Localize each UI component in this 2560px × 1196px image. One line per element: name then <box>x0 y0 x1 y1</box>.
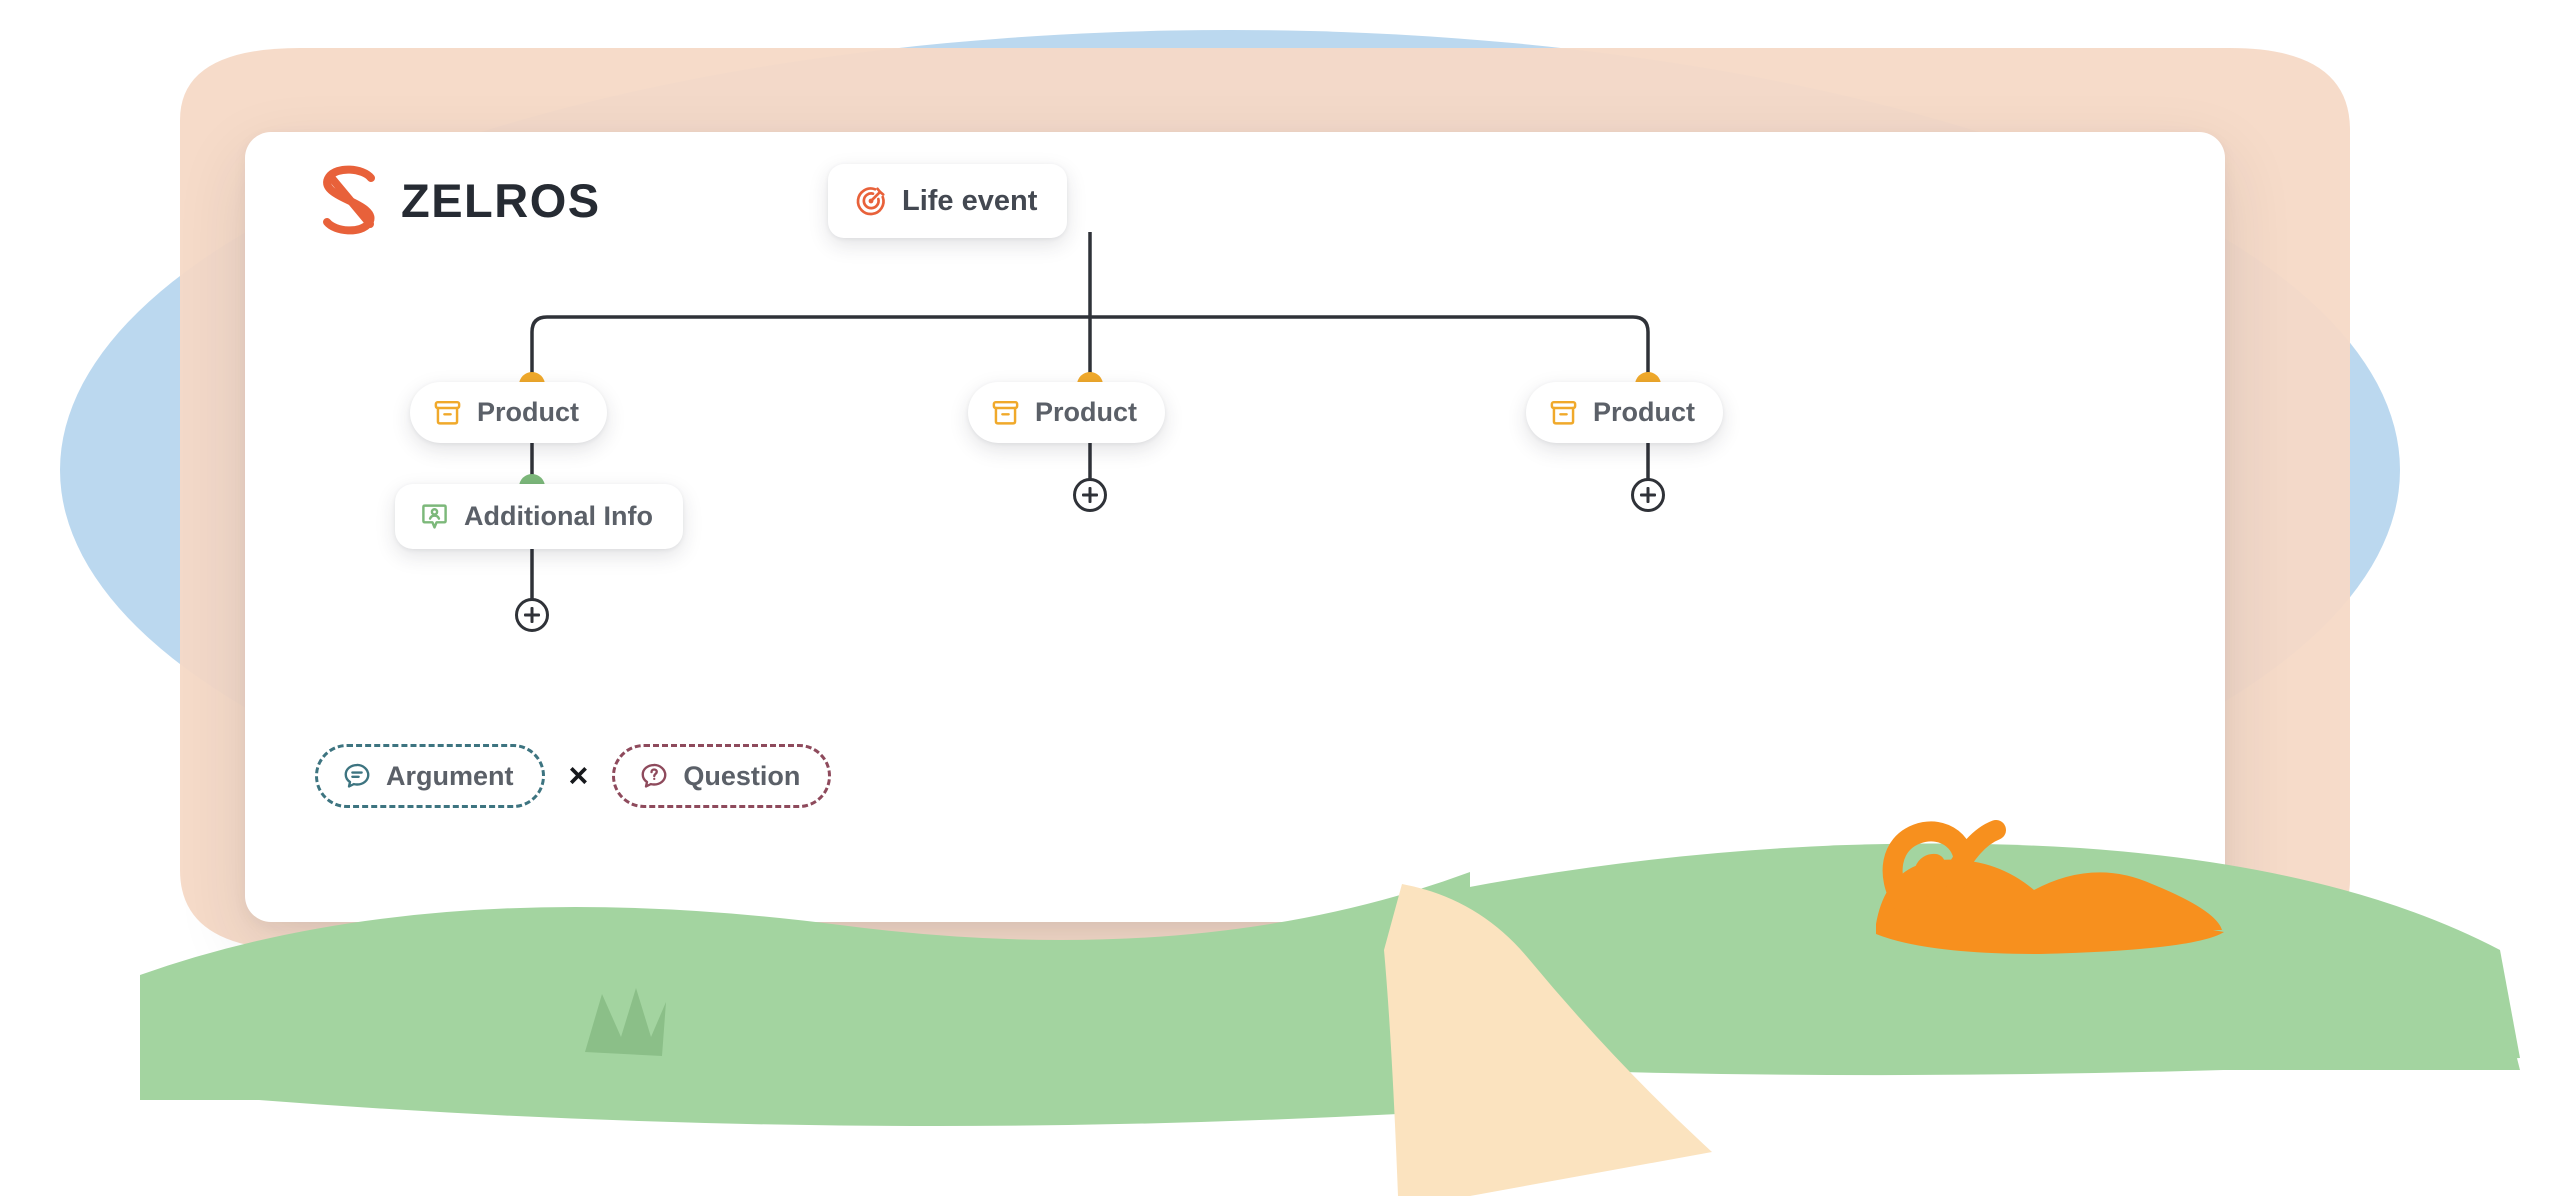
flow-node-additional-info[interactable]: Additional Info <box>395 484 683 549</box>
chat-bubble-lines-icon <box>344 763 370 788</box>
cream-path-shape <box>1380 888 1700 1196</box>
flow-node-label: Product <box>1035 397 1138 427</box>
archive-box-icon <box>1550 400 1577 425</box>
flow-node-product-3[interactable]: Product <box>1526 382 1724 443</box>
add-node-button-additional-info[interactable] <box>515 598 549 632</box>
archive-box-icon <box>434 400 461 425</box>
grass-tuft-icon <box>588 990 664 1052</box>
flow-node-label: Product <box>477 397 580 427</box>
chip-separator: × <box>568 757 589 795</box>
cream-path-shape <box>1384 884 1712 1196</box>
add-node-button-product-2[interactable] <box>1073 478 1107 512</box>
person-badge-icon <box>422 504 447 529</box>
screenshot-stage: ZELROS Life event Product Additional Inf… <box>0 0 2560 1196</box>
flow-node-product-2[interactable]: Product <box>968 382 1166 443</box>
target-dart-icon <box>856 187 885 216</box>
flow-node-life-event[interactable]: Life event <box>828 164 1068 238</box>
app-card: ZELROS Life event Product Additional Inf… <box>245 132 2225 922</box>
flow-node-label: Additional Info <box>464 501 653 531</box>
flow-node-product-1[interactable]: Product <box>410 382 608 443</box>
chip-label: Question <box>683 760 801 791</box>
flow-node-label: Product <box>1593 397 1696 427</box>
flow-node-label: Life event <box>902 184 1038 217</box>
chip-argument[interactable]: Argument <box>315 744 545 808</box>
node-type-chip-row: Argument × Question <box>315 744 832 808</box>
archive-box-icon <box>992 400 1019 425</box>
chip-question[interactable]: Question <box>612 744 832 808</box>
add-node-button-product-3[interactable] <box>1631 478 1665 512</box>
grass-tuft-icon <box>585 988 666 1056</box>
question-bubble-icon <box>641 763 667 788</box>
chip-label: Argument <box>386 760 514 791</box>
